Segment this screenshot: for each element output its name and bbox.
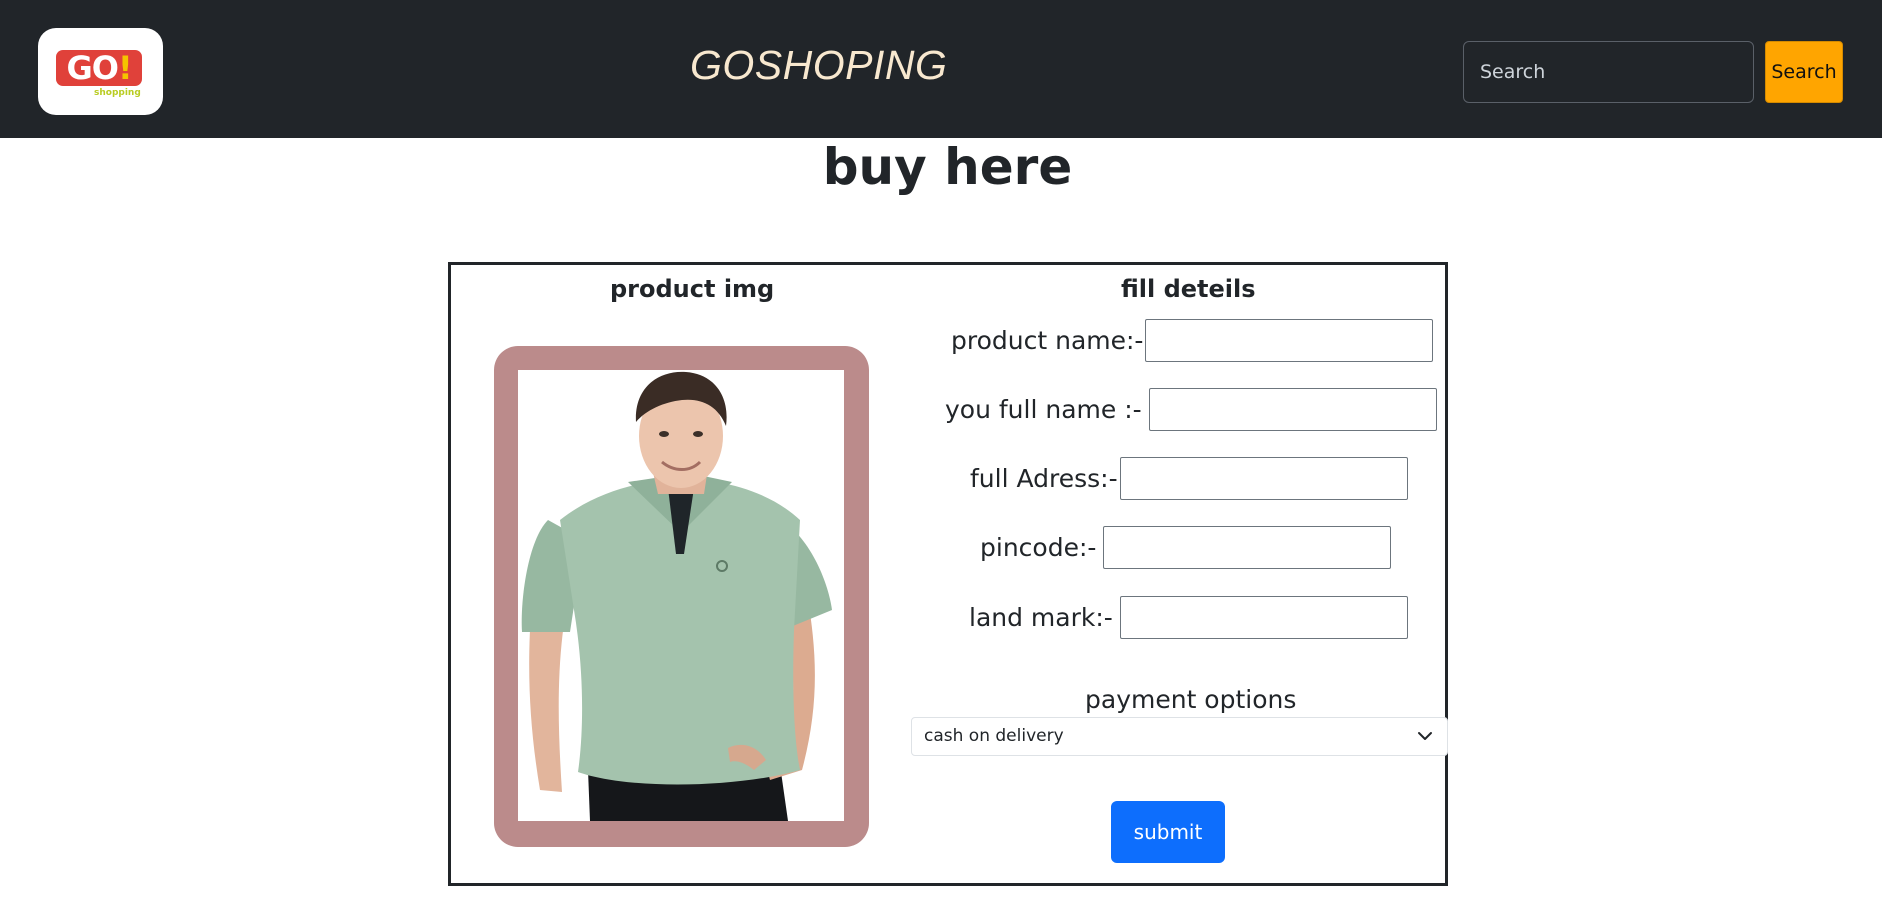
submit-button[interactable]: submit bbox=[1111, 801, 1225, 863]
logo-subtitle: shopping bbox=[94, 88, 141, 98]
product-name-row: product name:- bbox=[951, 319, 1434, 362]
full-name-label: you full name :- bbox=[945, 395, 1142, 424]
logo-main-text: GO bbox=[66, 49, 118, 87]
full-name-row: you full name :- bbox=[945, 388, 1437, 431]
payment-options-label: payment options bbox=[1085, 685, 1297, 714]
land-mark-input[interactable] bbox=[1119, 596, 1408, 639]
payment-selected-value: cash on delivery bbox=[924, 726, 1064, 746]
search-button[interactable]: Search bbox=[1765, 41, 1843, 103]
pincode-input[interactable] bbox=[1103, 526, 1392, 569]
search-input[interactable] bbox=[1463, 41, 1754, 103]
product-name-input[interactable] bbox=[1145, 319, 1434, 362]
page-title: buy here bbox=[822, 138, 1073, 196]
payment-options-select[interactable]: cash on delivery bbox=[911, 717, 1448, 756]
full-address-input[interactable] bbox=[1119, 457, 1408, 500]
pincode-row: pincode:- bbox=[980, 526, 1392, 569]
logo-go-badge: GO! bbox=[56, 50, 142, 86]
product-name-label: product name:- bbox=[951, 326, 1144, 355]
chevron-down-icon bbox=[1417, 718, 1433, 769]
navbar: GO! shopping GOSHOPING Search bbox=[0, 0, 1882, 138]
product-photo-illustration bbox=[518, 370, 844, 821]
full-address-row: full Adress:- bbox=[970, 457, 1408, 500]
land-mark-label: land mark:- bbox=[969, 603, 1113, 632]
logo-mark: ! bbox=[117, 49, 133, 87]
full-name-input[interactable] bbox=[1148, 388, 1437, 431]
land-mark-row: land mark:- bbox=[969, 596, 1408, 639]
full-address-label: full Adress:- bbox=[970, 464, 1118, 493]
brand-title[interactable]: GOSHOPING bbox=[690, 42, 947, 89]
order-card: product img fill deteils product name:- … bbox=[448, 262, 1448, 886]
product-image bbox=[518, 370, 844, 821]
pincode-label: pincode:- bbox=[980, 533, 1097, 562]
product-image-heading: product img bbox=[610, 275, 775, 303]
product-image-frame bbox=[494, 346, 869, 847]
site-logo[interactable]: GO! shopping bbox=[38, 28, 163, 115]
form-heading: fill deteils bbox=[1121, 275, 1256, 303]
